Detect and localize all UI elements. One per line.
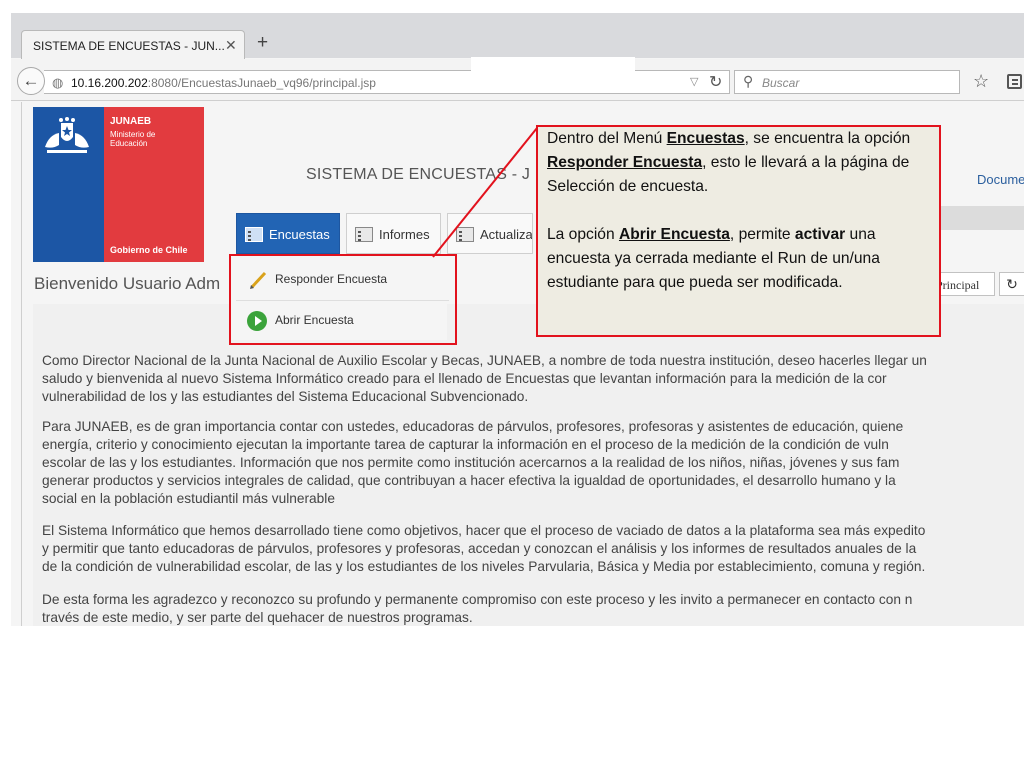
text-line: social en la población estudiantil más v… xyxy=(42,491,335,506)
callout-keyword: Abrir Encuesta xyxy=(618,226,730,243)
bookmark-star-icon[interactable]: ☆ xyxy=(973,71,989,92)
list-icon xyxy=(456,227,474,242)
paragraph: El Sistema Informático que hemos desarro… xyxy=(42,522,1024,576)
text-line: y permitir que tanto educadoras de párvu… xyxy=(42,541,917,556)
new-tab-icon[interactable]: + xyxy=(257,33,268,53)
callout-text: La opción xyxy=(547,226,619,243)
list-icon xyxy=(355,227,373,242)
text-line: través de este medio, y ser parte del qu… xyxy=(42,610,473,625)
browser-tab[interactable]: SISTEMA DE ENCUESTAS - JUN... ✕ xyxy=(21,30,245,60)
menu-tab-label: Actualiza xyxy=(480,227,533,242)
documents-link[interactable]: Docume xyxy=(977,172,1024,187)
text-line: energía, criterio y conocimiento ejecuta… xyxy=(42,437,889,452)
text-line: escolar de las y los estudiantes. Inform… xyxy=(42,455,900,470)
callout-keyword: Responder Encuesta xyxy=(547,154,703,171)
tab-title: SISTEMA DE ENCUESTAS - JUN... xyxy=(33,39,225,53)
menu-tab-actualiza[interactable]: Actualiza xyxy=(447,213,533,254)
text-line: Como Director Nacional de la Junta Nacio… xyxy=(42,353,927,368)
reading-list-icon[interactable] xyxy=(1007,74,1022,89)
highlight-box xyxy=(229,254,457,345)
reload-icon[interactable]: ↻ xyxy=(709,72,722,92)
globe-icon: ◍ xyxy=(52,75,64,90)
search-placeholder: Buscar xyxy=(762,76,800,90)
search-icon: ⚲ xyxy=(743,73,754,89)
menu-tab-encuestas[interactable]: Encuestas xyxy=(236,213,340,254)
callout-paragraph-2: La opción Abrir Encuesta, permite activa… xyxy=(547,223,933,295)
coat-of-arms-icon xyxy=(45,117,89,153)
menu-tab-label: Encuestas xyxy=(269,227,330,242)
callout-keyword: activar xyxy=(794,226,846,243)
callout-keyword: Encuestas xyxy=(666,130,745,147)
logo-name: JUNAEB xyxy=(110,116,152,127)
callout-paragraph-1: Dentro del Menú Encuestas, se encuentra … xyxy=(547,127,933,199)
welcome-heading: Bienvenido Usuario Adm xyxy=(34,274,221,293)
text-line: de la condición de vulnerabilidad escola… xyxy=(42,559,926,574)
header-band xyxy=(935,206,1024,230)
url-bar[interactable]: ◍ 10.16.200.202:8080/EncuestasJunaeb_vq9… xyxy=(44,70,730,94)
url-text: 10.16.200.202:8080/EncuestasJunaeb_vq96/… xyxy=(71,76,376,90)
text-line: Para JUNAEB, es de gran importancia cont… xyxy=(42,419,904,434)
paragraph: Como Director Nacional de la Junta Nacio… xyxy=(42,352,1024,406)
close-tab-icon[interactable]: ✕ xyxy=(225,37,237,54)
callout-text: Dentro del Menú xyxy=(547,130,667,147)
junaeb-logo: JUNAEB Ministerio de Educación Gobierno … xyxy=(33,107,204,262)
text-line: vulnerabilidad de los y las estudiantes … xyxy=(42,389,529,404)
refresh-icon[interactable]: ↻ xyxy=(999,272,1024,296)
callout-text: , permite xyxy=(729,226,795,243)
paragraph: Para JUNAEB, es de gran importancia cont… xyxy=(42,418,1024,508)
url-host: 10.16.200.202 xyxy=(71,76,148,90)
tab-bar: SISTEMA DE ENCUESTAS - JUN... ✕ + xyxy=(11,13,1024,60)
text-line: El Sistema Informático que hemos desarro… xyxy=(42,523,926,538)
blank-patch xyxy=(471,57,635,71)
text-line: De esta forma les agradezco y reconozco … xyxy=(42,592,913,607)
menu-tab-label: Informes xyxy=(379,227,430,242)
system-title: SISTEMA DE ENCUESTAS - J xyxy=(306,166,531,183)
logo-government: Gobierno de Chile xyxy=(110,245,188,255)
callout-note: Dentro del Menú Encuestas, se encuentra … xyxy=(536,125,941,337)
page-border xyxy=(21,102,22,626)
list-icon xyxy=(245,227,263,242)
callout-text: , se encuentra la opción xyxy=(744,130,911,147)
back-arrow-icon[interactable]: ← xyxy=(17,67,45,95)
menu-tab-informes[interactable]: Informes xyxy=(346,213,441,254)
text-line: generar productos y servicios integrales… xyxy=(42,473,896,488)
logo-ministry: Ministerio de Educación xyxy=(110,130,156,148)
slide: SISTEMA DE ENCUESTAS - JUN... ✕ + ◍ 10.1… xyxy=(0,0,1024,768)
url-path: :8080/EncuestasJunaeb_vq96/principal.jsp xyxy=(147,76,376,90)
search-bar[interactable]: ⚲ Buscar xyxy=(734,70,960,94)
history-dropdown-icon[interactable]: ▽ xyxy=(690,75,698,88)
welcome-text: Como Director Nacional de la Junta Nacio… xyxy=(33,304,1024,626)
paragraph: De esta forma les agradezco y reconozco … xyxy=(42,591,1024,626)
text-line: saludo y bienvenida al nuevo Sistema Inf… xyxy=(42,371,887,386)
